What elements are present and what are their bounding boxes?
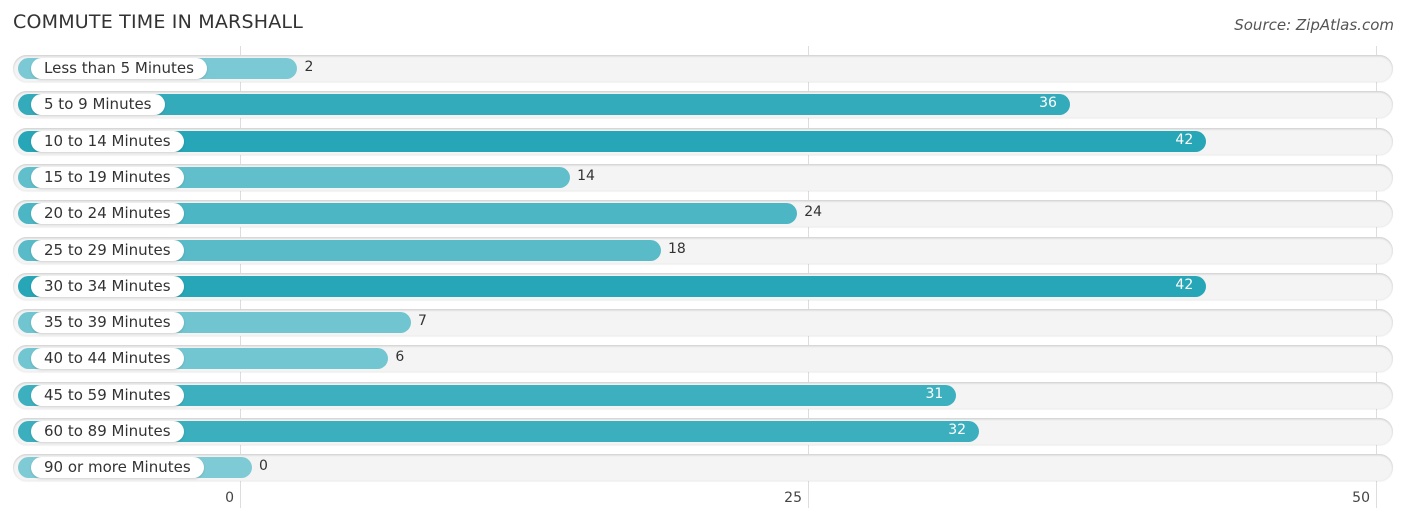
category-label: 15 to 19 Minutes bbox=[31, 166, 184, 188]
category-label: 40 to 44 Minutes bbox=[31, 348, 184, 370]
category-label: 5 to 9 Minutes bbox=[31, 94, 165, 116]
bar-row: Less than 5 Minutes 2 bbox=[13, 55, 1393, 82]
bar-row: 30 to 34 Minutes 42 bbox=[13, 272, 1393, 300]
bar-row: 40 to 44 Minutes 6 bbox=[13, 345, 1393, 373]
bar-chart: 0 25 50 Less than 5 Minutes 2 5 to 9 Minutes 3… bbox=[0, 0, 1406, 524]
bar bbox=[18, 275, 1207, 297]
value-label: 32 bbox=[948, 422, 967, 438]
x-tick-label: 25 bbox=[784, 490, 802, 506]
category-label: 90 or more Minutes bbox=[31, 457, 204, 479]
bar-row: 20 to 24 Minutes 24 bbox=[13, 200, 1393, 228]
category-label: Less than 5 Minutes bbox=[31, 58, 207, 79]
value-label: 7 bbox=[418, 313, 427, 330]
value-label: 0 bbox=[259, 458, 268, 475]
x-tick-label: 50 bbox=[1352, 490, 1370, 506]
value-label: 31 bbox=[925, 385, 944, 402]
category-label: 25 to 29 Minutes bbox=[31, 239, 184, 261]
bar bbox=[18, 94, 1070, 116]
bar-row: 15 to 19 Minutes 14 bbox=[13, 163, 1393, 191]
bar-row: 25 to 29 Minutes 18 bbox=[13, 236, 1393, 264]
bar-row: 10 to 14 Minutes 42 bbox=[13, 127, 1393, 155]
category-label: 10 to 14 Minutes bbox=[31, 130, 184, 152]
value-label: 36 bbox=[1039, 95, 1057, 112]
category-label: 30 to 34 Minutes bbox=[31, 275, 184, 297]
bar-row: 35 to 39 Minutes 7 bbox=[13, 309, 1393, 337]
category-label: 35 to 39 Minutes bbox=[31, 312, 184, 334]
x-tick-label: 0 bbox=[225, 490, 234, 506]
category-label: 60 to 89 Minutes bbox=[31, 421, 184, 442]
category-label: 20 to 24 Minutes bbox=[31, 203, 184, 225]
bar-row: 45 to 59 Minutes 31 bbox=[13, 381, 1393, 409]
bar-row: 5 to 9 Minutes 36 bbox=[13, 91, 1393, 119]
value-label: 18 bbox=[667, 240, 686, 257]
value-label: 24 bbox=[804, 204, 823, 221]
bar bbox=[18, 130, 1207, 152]
value-label: 6 bbox=[395, 349, 405, 366]
bar-row: 60 to 89 Minutes 32 bbox=[13, 418, 1393, 445]
value-label: 2 bbox=[304, 59, 314, 75]
value-label: 42 bbox=[1175, 131, 1194, 148]
value-label: 42 bbox=[1175, 276, 1194, 293]
bar-row: 90 or more Minutes 0 bbox=[13, 454, 1393, 482]
category-label: 45 to 59 Minutes bbox=[31, 384, 184, 406]
value-label: 14 bbox=[577, 167, 595, 184]
